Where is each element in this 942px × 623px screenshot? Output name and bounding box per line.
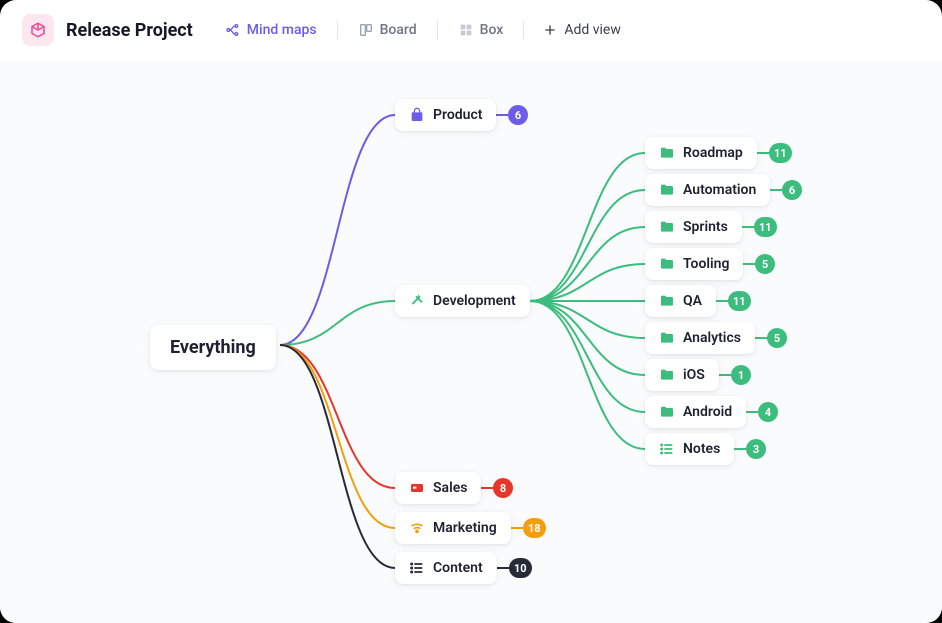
folder-icon [659, 182, 675, 198]
card-icon [409, 480, 425, 496]
node-dev-child[interactable]: Notes [645, 433, 734, 465]
divider [437, 21, 438, 39]
board-icon [358, 22, 374, 38]
divider [337, 21, 338, 39]
tab-board[interactable]: Board [346, 16, 429, 44]
count-badge: 6 [782, 180, 802, 200]
tab-board-label: Board [380, 22, 417, 38]
node-development-label: Development [433, 293, 516, 309]
node-marketing[interactable]: Marketing [395, 512, 511, 544]
node-dev-child-label: Notes [683, 441, 720, 457]
tab-mindmaps-label: Mind maps [247, 22, 317, 38]
add-view-label: Add view [564, 22, 621, 38]
node-dev-child-label: Analytics [683, 330, 741, 346]
count-badge: 5 [767, 328, 787, 348]
node-content[interactable]: Content [395, 552, 497, 584]
count-badge: 8 [493, 478, 513, 498]
node-dev-child-label: QA [683, 293, 702, 309]
project-cube-icon [22, 14, 54, 46]
tab-mindmaps[interactable]: Mind maps [213, 16, 329, 44]
count-badge: 3 [746, 439, 766, 459]
node-dev-child[interactable]: iOS [645, 359, 719, 391]
node-product-label: Product [433, 107, 482, 123]
folder-icon [659, 219, 675, 235]
node-dev-child-label: Roadmap [683, 145, 743, 161]
folder-icon [659, 404, 675, 420]
node-dev-child[interactable]: Sprints [645, 211, 742, 243]
count-badge: 10 [509, 558, 532, 578]
count-badge: 11 [754, 217, 777, 237]
count-badge: 4 [758, 402, 778, 422]
app-window: Release Project Mind maps Board [0, 0, 942, 623]
plus-icon [542, 22, 558, 38]
bag-icon [409, 107, 425, 123]
node-dev-child[interactable]: Roadmap [645, 137, 757, 169]
node-dev-child[interactable]: Automation [645, 174, 770, 206]
node-sales-label: Sales [433, 480, 467, 496]
add-view-button[interactable]: Add view [532, 16, 631, 44]
node-development[interactable]: Development [395, 285, 530, 317]
node-dev-child-label: iOS [683, 367, 705, 383]
tab-box[interactable]: Box [446, 16, 516, 44]
project-title: Release Project [66, 20, 193, 41]
node-content-label: Content [433, 560, 483, 576]
count-badge: 1 [731, 365, 751, 385]
count-badge: 18 [523, 518, 546, 538]
count-badge: 6 [508, 105, 528, 125]
folder-icon [659, 367, 675, 383]
folder-icon [659, 330, 675, 346]
box-icon [458, 22, 474, 38]
tab-box-label: Box [480, 22, 504, 38]
folder-icon [659, 145, 675, 161]
hammer-icon [409, 293, 425, 309]
node-dev-child[interactable]: Analytics [645, 322, 755, 354]
node-dev-child-label: Android [683, 404, 732, 420]
count-badge: 11 [769, 143, 792, 163]
node-sales[interactable]: Sales [395, 472, 481, 504]
node-marketing-label: Marketing [433, 520, 497, 536]
node-dev-child-label: Sprints [683, 219, 728, 235]
node-dev-child-label: Automation [683, 182, 756, 198]
node-dev-child[interactable]: Android [645, 396, 746, 428]
node-dev-child[interactable]: QA [645, 285, 716, 317]
node-root[interactable]: Everything [150, 325, 276, 370]
node-dev-child-label: Tooling [683, 256, 729, 272]
list-icon [659, 441, 675, 457]
folder-icon [659, 256, 675, 272]
list-icon [409, 560, 425, 576]
wifi-icon [409, 520, 425, 536]
mindmap-icon [225, 22, 241, 38]
node-dev-child[interactable]: Tooling [645, 248, 743, 280]
toolbar: Release Project Mind maps Board [0, 0, 942, 61]
node-root-label: Everything [170, 337, 256, 358]
count-badge: 11 [728, 291, 751, 311]
node-product[interactable]: Product [395, 99, 496, 131]
folder-icon [659, 293, 675, 309]
mindmap-canvas[interactable]: Everything Product Development Sales Marketi… [0, 60, 942, 623]
count-badge: 5 [755, 254, 775, 274]
divider [523, 21, 524, 39]
